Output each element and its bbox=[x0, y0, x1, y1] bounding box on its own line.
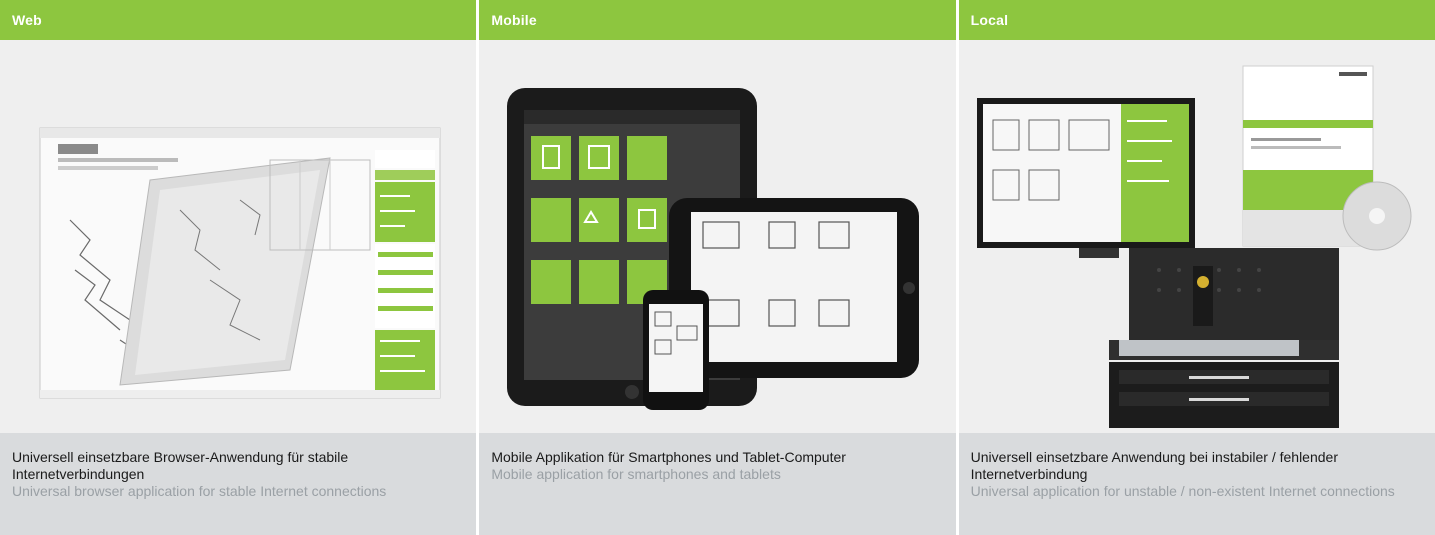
column-local: Local Universell einsetzbare Anwendung b… bbox=[958, 0, 1435, 535]
caption-local-english: Universal application for unstable / non… bbox=[970, 483, 1395, 499]
caption-mobile-english: Mobile application for smartphones and t… bbox=[491, 466, 781, 482]
caption-local-german: Universell einsetzbare Anwendung bei ins… bbox=[970, 449, 1338, 482]
caption-mobile-german: Mobile Applikation für Smartphones und T… bbox=[491, 449, 846, 465]
column-mobile: Mobile Mobile Applikation für Smartphone… bbox=[479, 0, 956, 535]
column-web: Web Universell einsetzbare Browser-Anwen… bbox=[0, 0, 477, 535]
column-header-web: Web bbox=[0, 0, 477, 40]
caption-web-german: Universell einsetzbare Browser-Anwendung… bbox=[12, 449, 349, 482]
caption-web-english: Universal browser application for stable… bbox=[12, 483, 387, 499]
web-app-screenshot-image bbox=[0, 40, 477, 433]
product-overview-grid: Web Universell einsetzbare Browser-Anwen… bbox=[0, 0, 1435, 535]
column-header-mobile: Mobile bbox=[479, 0, 956, 40]
local-workstation-image bbox=[958, 40, 1435, 433]
column-header-local: Local bbox=[958, 0, 1435, 40]
caption-mobile: Mobile Applikation für Smartphones und T… bbox=[479, 433, 956, 535]
mobile-devices-image bbox=[479, 40, 956, 433]
caption-local: Universell einsetzbare Anwendung bei ins… bbox=[958, 433, 1435, 535]
caption-web: Universell einsetzbare Browser-Anwendung… bbox=[0, 433, 477, 535]
